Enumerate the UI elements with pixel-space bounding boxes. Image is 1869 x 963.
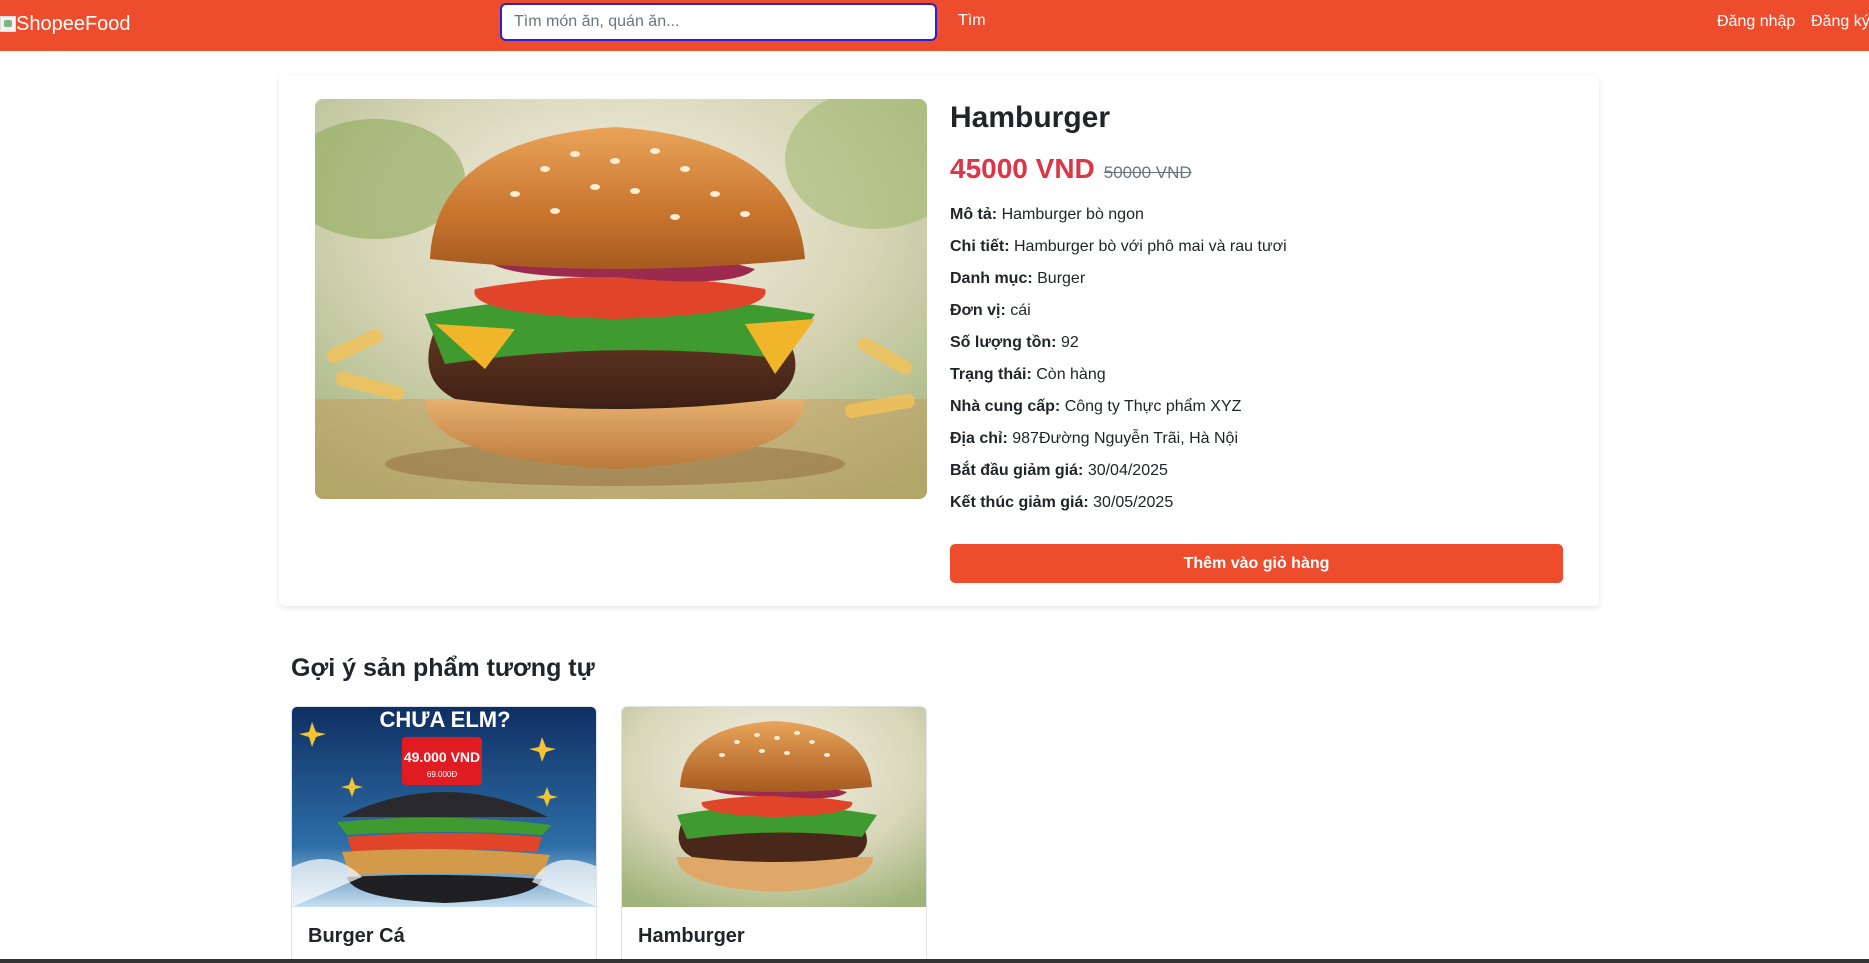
svg-text:69.000Đ: 69.000Đ xyxy=(427,770,457,779)
info-discount-end: Kết thúc giảm giá: 30/05/2025 xyxy=(950,494,1174,511)
suggestion-image xyxy=(622,707,926,907)
top-navbar: ShopeeFood Tìm Đăng nhập Đăng ký xyxy=(0,0,1869,51)
svg-text:CHƯA ELM?: CHƯA ELM? xyxy=(379,707,510,732)
info-discount-start: Bắt đầu giảm giá: 30/04/2025 xyxy=(950,462,1168,479)
svg-text:49.000 VND: 49.000 VND xyxy=(404,749,480,765)
info-details: Chi tiết: Hamburger bò với phô mai và ra… xyxy=(950,238,1287,255)
original-price: 50000 VND xyxy=(1103,163,1192,182)
info-status: Trạng thái: Còn hàng xyxy=(950,366,1106,383)
info-unit: Đơn vị: cái xyxy=(950,302,1031,319)
shopeefood-logo[interactable]: ShopeeFood xyxy=(0,12,131,36)
register-link[interactable]: Đăng ký xyxy=(1811,13,1869,31)
hamburger-photo xyxy=(622,707,926,907)
suggestion-name: Burger Cá xyxy=(308,925,405,947)
suggestion-card-hamburger[interactable]: Hamburger xyxy=(621,706,927,963)
product-details: Hamburger 45000 VND 50000 VND Mô tả: Ham… xyxy=(950,99,1562,519)
suggestion-name: Hamburger xyxy=(638,925,745,947)
window-bottom-border xyxy=(0,959,1869,963)
product-image xyxy=(315,99,927,499)
info-category: Danh mục: Burger xyxy=(950,270,1086,287)
product-info-list: Mô tả: Hamburger bò ngon Chi tiết: Hambu… xyxy=(950,199,1562,519)
info-stock: Số lượng tồn: 92 xyxy=(950,334,1079,351)
info-address: Địa chỉ: 987Đường Nguyễn Trãi, Hà Nội xyxy=(950,430,1239,447)
suggestions-title: Gợi ý sản phẩm tương tự xyxy=(291,654,595,682)
sale-price: 45000 VND xyxy=(950,153,1095,184)
broken-image-icon xyxy=(0,16,16,32)
logo-alt-text: ShopeeFood xyxy=(16,12,131,35)
price-row: 45000 VND 50000 VND xyxy=(950,153,1562,185)
search-input[interactable] xyxy=(500,3,937,41)
search-button[interactable]: Tìm xyxy=(958,12,986,30)
info-description: Mô tả: Hamburger bò ngon xyxy=(950,206,1144,223)
add-to-cart-button[interactable]: Thêm vào giỏ hàng xyxy=(950,544,1563,583)
fish-burger-poster: CHƯA ELM? 49.000 VND 69.000Đ xyxy=(292,707,596,907)
product-title: Hamburger xyxy=(950,101,1111,134)
suggestion-image: CHƯA ELM? 49.000 VND 69.000Đ xyxy=(292,707,596,907)
info-supplier: Nhà cung cấp: Công ty Thực phẩm XYZ xyxy=(950,398,1242,415)
hamburger-photo xyxy=(315,99,927,499)
login-link[interactable]: Đăng nhập xyxy=(1717,13,1795,31)
suggestion-card-burger-ca[interactable]: CHƯA ELM? 49.000 VND 69.000Đ Burger Cá xyxy=(291,706,597,963)
